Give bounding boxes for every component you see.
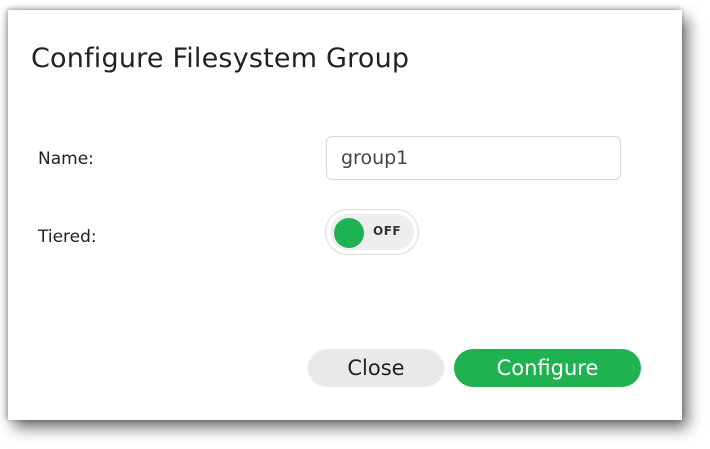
name-label: Name: <box>38 149 94 169</box>
configure-button[interactable]: Configure <box>454 349 641 387</box>
close-button[interactable]: Close <box>308 349 444 387</box>
screen: Configure Filesystem Group Name: Tiered:… <box>0 0 710 449</box>
name-input[interactable] <box>326 136 621 180</box>
configure-filesystem-group-dialog: Configure Filesystem Group Name: Tiered:… <box>8 10 682 420</box>
tiered-toggle[interactable]: OFF <box>325 209 419 255</box>
tiered-label: Tiered: <box>38 227 97 247</box>
dialog-title: Configure Filesystem Group <box>31 43 410 74</box>
toggle-state-text: OFF <box>373 224 402 238</box>
toggle-knob <box>334 218 364 248</box>
